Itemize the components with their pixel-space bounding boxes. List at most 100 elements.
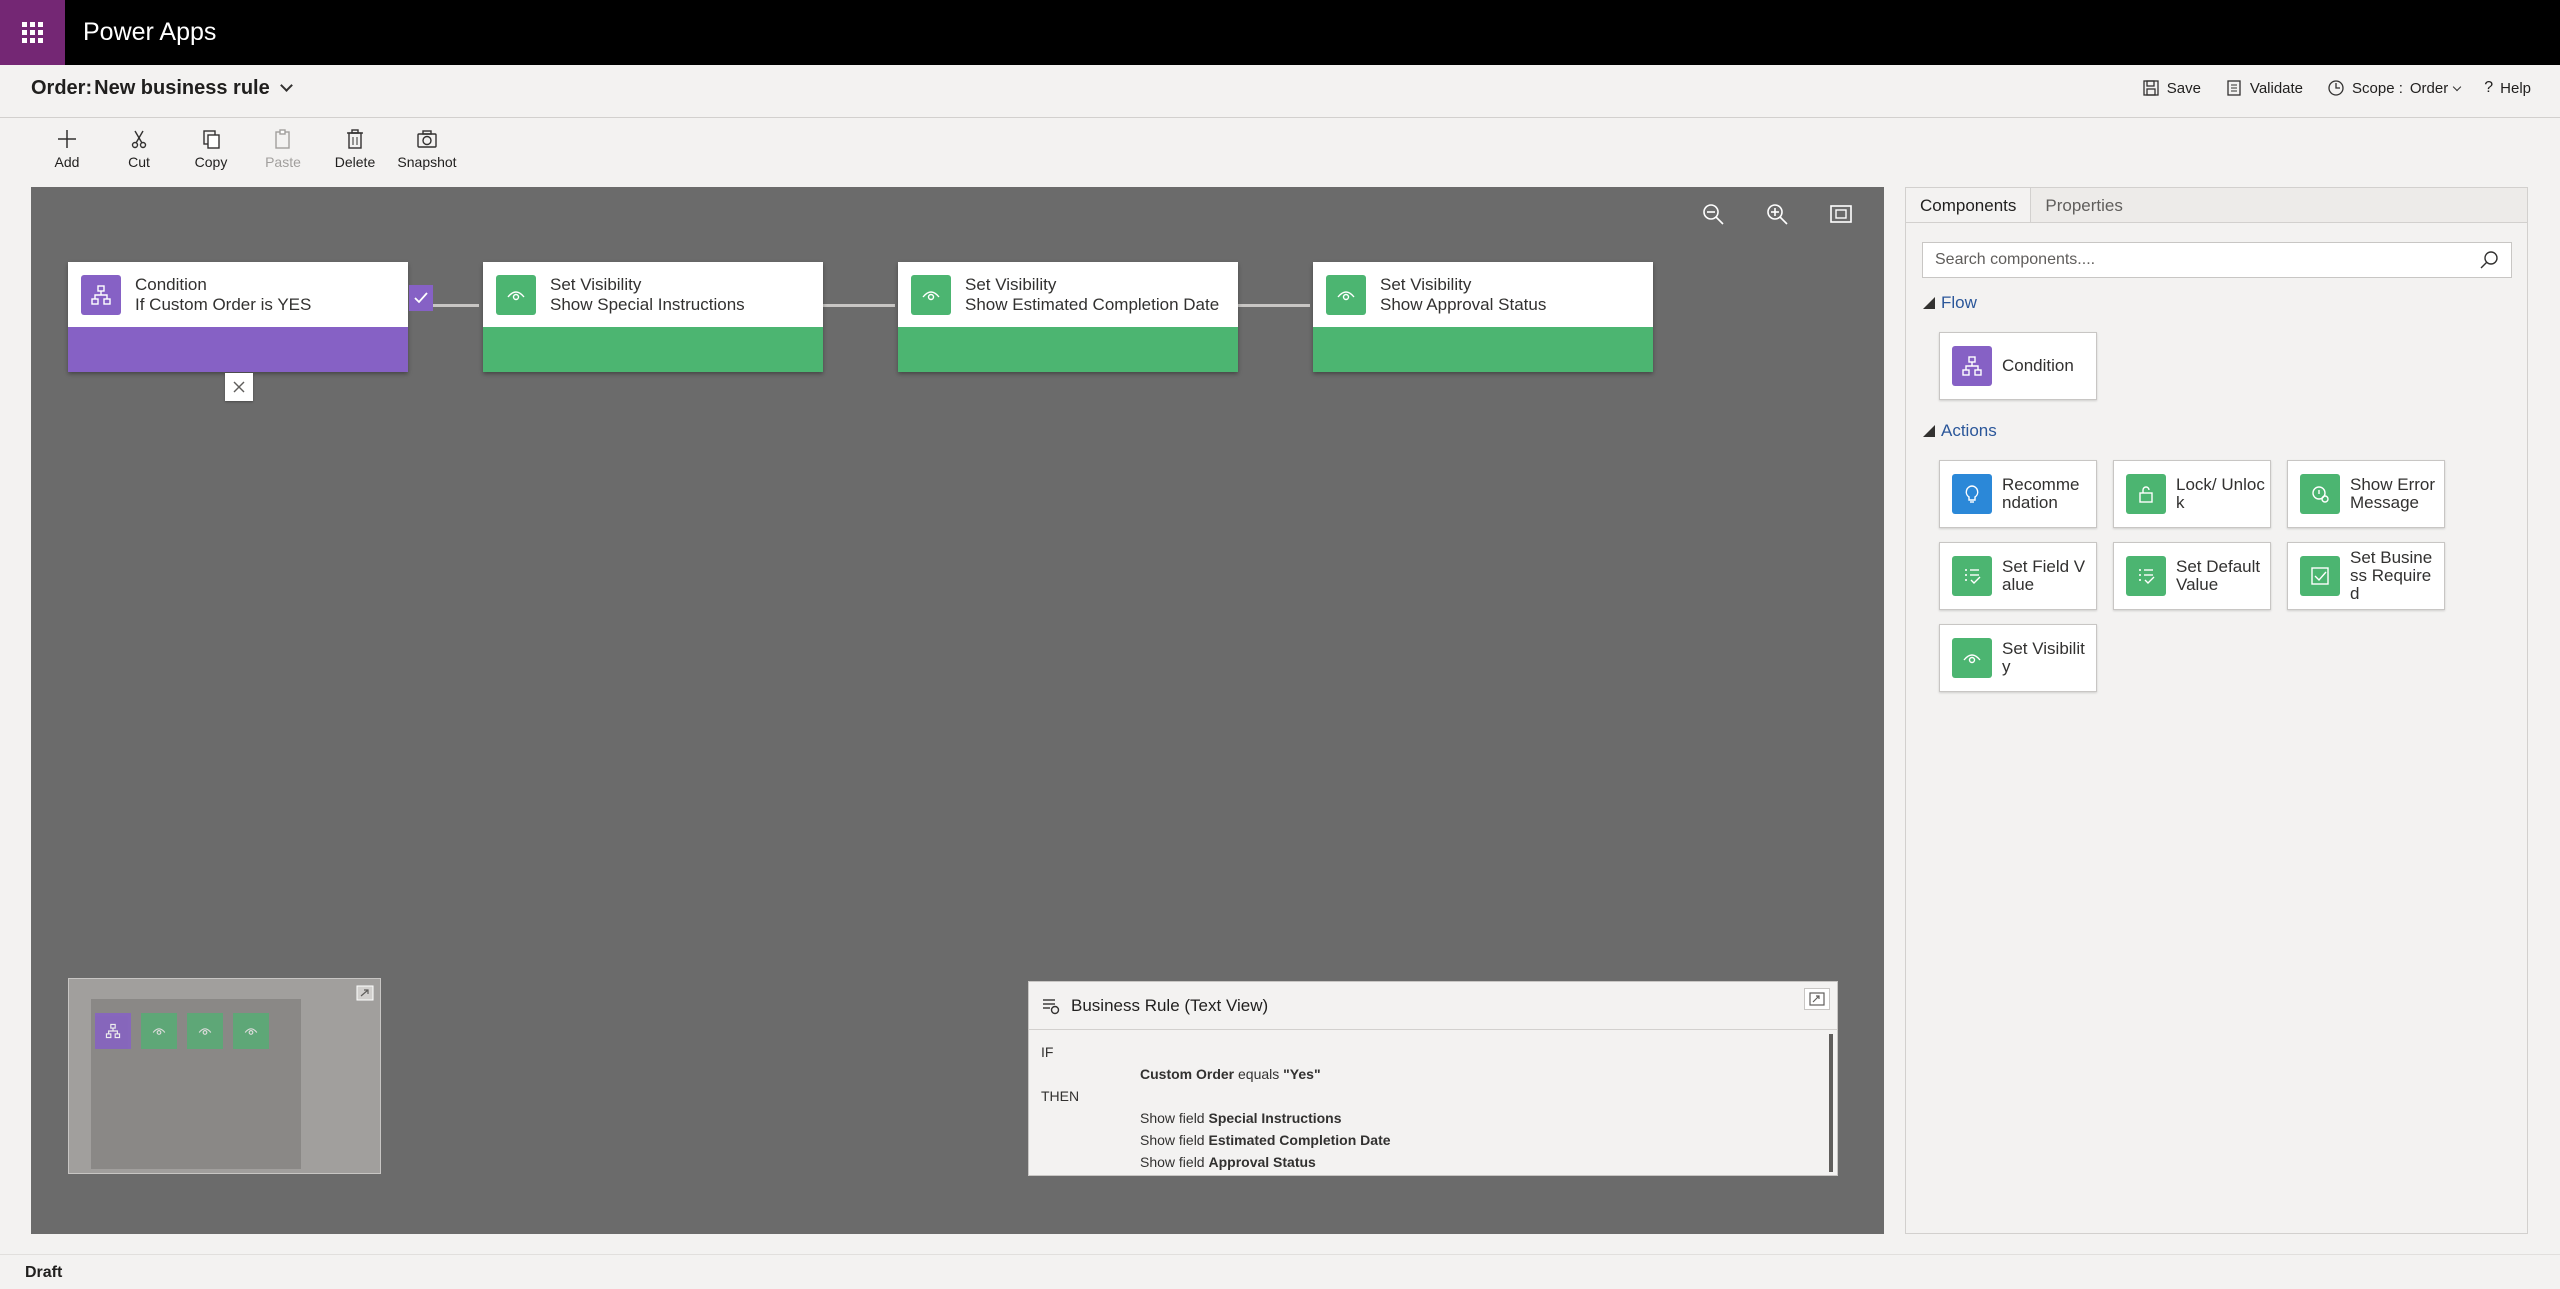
yes-branch-checkmark-icon[interactable] bbox=[409, 285, 433, 311]
component-set-business-required[interactable]: Set Business Required bbox=[2287, 542, 2445, 610]
action-field: Special Instructions bbox=[1208, 1110, 1342, 1126]
app-name[interactable]: Power Apps bbox=[83, 0, 216, 65]
component-label: Set Default Value bbox=[2176, 557, 2261, 594]
node-title: Set Visibility bbox=[1380, 274, 1472, 294]
error-message-icon bbox=[2300, 474, 2340, 514]
flow-section-header[interactable]: Flow bbox=[1923, 293, 1977, 313]
component-set-visibility[interactable]: Set Visibility bbox=[1939, 624, 2097, 692]
save-button[interactable]: Save bbox=[2142, 79, 2201, 97]
validate-label: Validate bbox=[2249, 79, 2304, 97]
text-view-panel: Business Rule (Text View) IF Custom Orde… bbox=[1028, 981, 1838, 1176]
minimap-action-node bbox=[187, 1013, 223, 1049]
component-label: Show Error Message bbox=[2350, 475, 2436, 512]
camera-icon bbox=[417, 130, 437, 148]
add-label: Add bbox=[54, 154, 80, 170]
node-subtitle: Show Special Instructions bbox=[550, 294, 745, 314]
then-keyword: THEN bbox=[1041, 1088, 1080, 1104]
zoom-in-icon[interactable] bbox=[1764, 201, 1790, 227]
component-label: Condition bbox=[2002, 356, 2074, 375]
eye-icon bbox=[496, 274, 536, 315]
component-show-error-message[interactable]: Show Error Message bbox=[2287, 460, 2445, 528]
top-bar: Power Apps bbox=[0, 0, 2560, 65]
node-subtitle: If Custom Order is YES bbox=[135, 294, 312, 314]
design-canvas[interactable]: Condition If Custom Order is YES Set Vis… bbox=[31, 187, 1884, 1234]
node-footer bbox=[898, 327, 1238, 372]
mini-map[interactable] bbox=[68, 978, 381, 1174]
validate-button[interactable]: Validate bbox=[2225, 79, 2303, 97]
field-value-icon bbox=[1952, 556, 1992, 596]
action-prefix: Show field bbox=[1140, 1110, 1205, 1126]
paste-button[interactable]: Paste bbox=[247, 128, 319, 182]
component-lock-unlock[interactable]: Lock/ Unlock bbox=[2113, 460, 2271, 528]
zoom-out-icon[interactable] bbox=[1700, 201, 1726, 227]
status-text: Draft bbox=[25, 1264, 63, 1281]
collapse-triangle-icon bbox=[1923, 425, 1935, 437]
component-recommendation[interactable]: Recomme ndation bbox=[1939, 460, 2097, 528]
scope-selector[interactable]: Scope : Order bbox=[2327, 79, 2462, 97]
required-icon bbox=[2300, 556, 2340, 596]
action-line: Show field Approval Status bbox=[1140, 1154, 1316, 1170]
eye-icon bbox=[1952, 638, 1992, 678]
cut-button[interactable]: Cut bbox=[103, 128, 175, 182]
add-icon bbox=[58, 130, 76, 148]
snapshot-button[interactable]: Snapshot bbox=[391, 128, 463, 182]
status-bar: Draft bbox=[0, 1254, 2560, 1289]
node-title: Condition bbox=[135, 274, 207, 294]
rule-title-selector[interactable]: Order: New business rule bbox=[31, 65, 293, 111]
condition-icon bbox=[81, 274, 121, 315]
eye-icon bbox=[911, 274, 951, 315]
tab-properties[interactable]: Properties bbox=[2031, 188, 2136, 222]
chevron-down-icon bbox=[2452, 82, 2462, 91]
text-view-scrollbar[interactable] bbox=[1829, 1034, 1833, 1172]
scope-icon bbox=[2328, 80, 2344, 96]
actions-section-header[interactable]: Actions bbox=[1923, 421, 1997, 441]
fit-to-screen-icon[interactable] bbox=[1828, 201, 1854, 227]
app-launcher-icon[interactable] bbox=[0, 0, 65, 65]
actions-section-title: Actions bbox=[1941, 421, 1997, 440]
save-icon bbox=[2143, 80, 2159, 96]
search-input[interactable] bbox=[1935, 251, 2479, 269]
collapse-triangle-icon bbox=[1923, 297, 1935, 309]
scope-value: Order bbox=[2409, 79, 2449, 97]
delete-icon bbox=[347, 129, 363, 149]
chevron-down-icon bbox=[279, 78, 293, 92]
copy-label: Copy bbox=[194, 154, 228, 170]
minimap-viewport bbox=[91, 999, 301, 1169]
delete-button[interactable]: Delete bbox=[319, 128, 391, 182]
component-label: Recomme ndation bbox=[2002, 475, 2080, 512]
set-visibility-node[interactable]: Set Visibility Show Approval Status bbox=[1313, 262, 1653, 372]
condition-node[interactable]: Condition If Custom Order is YES bbox=[68, 262, 408, 372]
node-subtitle: Show Estimated Completion Date bbox=[965, 294, 1220, 314]
minimap-action-node bbox=[141, 1013, 177, 1049]
tab-components[interactable]: Components bbox=[1906, 188, 2032, 222]
node-footer bbox=[68, 327, 408, 372]
condition-value: "Yes" bbox=[1283, 1066, 1321, 1082]
minimap-condition-node bbox=[95, 1013, 131, 1049]
copy-button[interactable]: Copy bbox=[175, 128, 247, 182]
node-footer bbox=[1313, 327, 1653, 372]
entity-name: Order: bbox=[31, 77, 93, 99]
action-field: Estimated Completion Date bbox=[1208, 1132, 1391, 1148]
node-title: Set Visibility bbox=[550, 274, 642, 294]
text-view-title: Business Rule (Text View) bbox=[1071, 995, 1269, 1015]
search-components-field[interactable] bbox=[1922, 242, 2512, 278]
no-branch-close-icon[interactable] bbox=[225, 373, 253, 401]
help-icon: ? bbox=[2484, 79, 2494, 96]
connector-line bbox=[819, 304, 895, 307]
add-button[interactable]: Add bbox=[31, 128, 103, 182]
help-button[interactable]: ? Help bbox=[2484, 79, 2531, 97]
flow-section-title: Flow bbox=[1941, 293, 1977, 312]
lightbulb-icon bbox=[1952, 474, 1992, 514]
eye-icon bbox=[1326, 274, 1366, 315]
component-set-field-value[interactable]: Set Field Value bbox=[1939, 542, 2097, 610]
connector-line bbox=[1234, 304, 1310, 307]
set-visibility-node[interactable]: Set Visibility Show Special Instructions bbox=[483, 262, 823, 372]
expand-icon[interactable] bbox=[1804, 988, 1830, 1010]
set-visibility-node[interactable]: Set Visibility Show Estimated Completion… bbox=[898, 262, 1238, 372]
component-set-default-value[interactable]: Set Default Value bbox=[2113, 542, 2271, 610]
paste-label: Paste bbox=[265, 154, 301, 170]
minimap-action-node bbox=[233, 1013, 269, 1049]
search-icon[interactable] bbox=[2479, 250, 2499, 270]
component-condition[interactable]: Condition bbox=[1939, 332, 2097, 400]
minimap-collapse-icon[interactable] bbox=[356, 985, 374, 1001]
